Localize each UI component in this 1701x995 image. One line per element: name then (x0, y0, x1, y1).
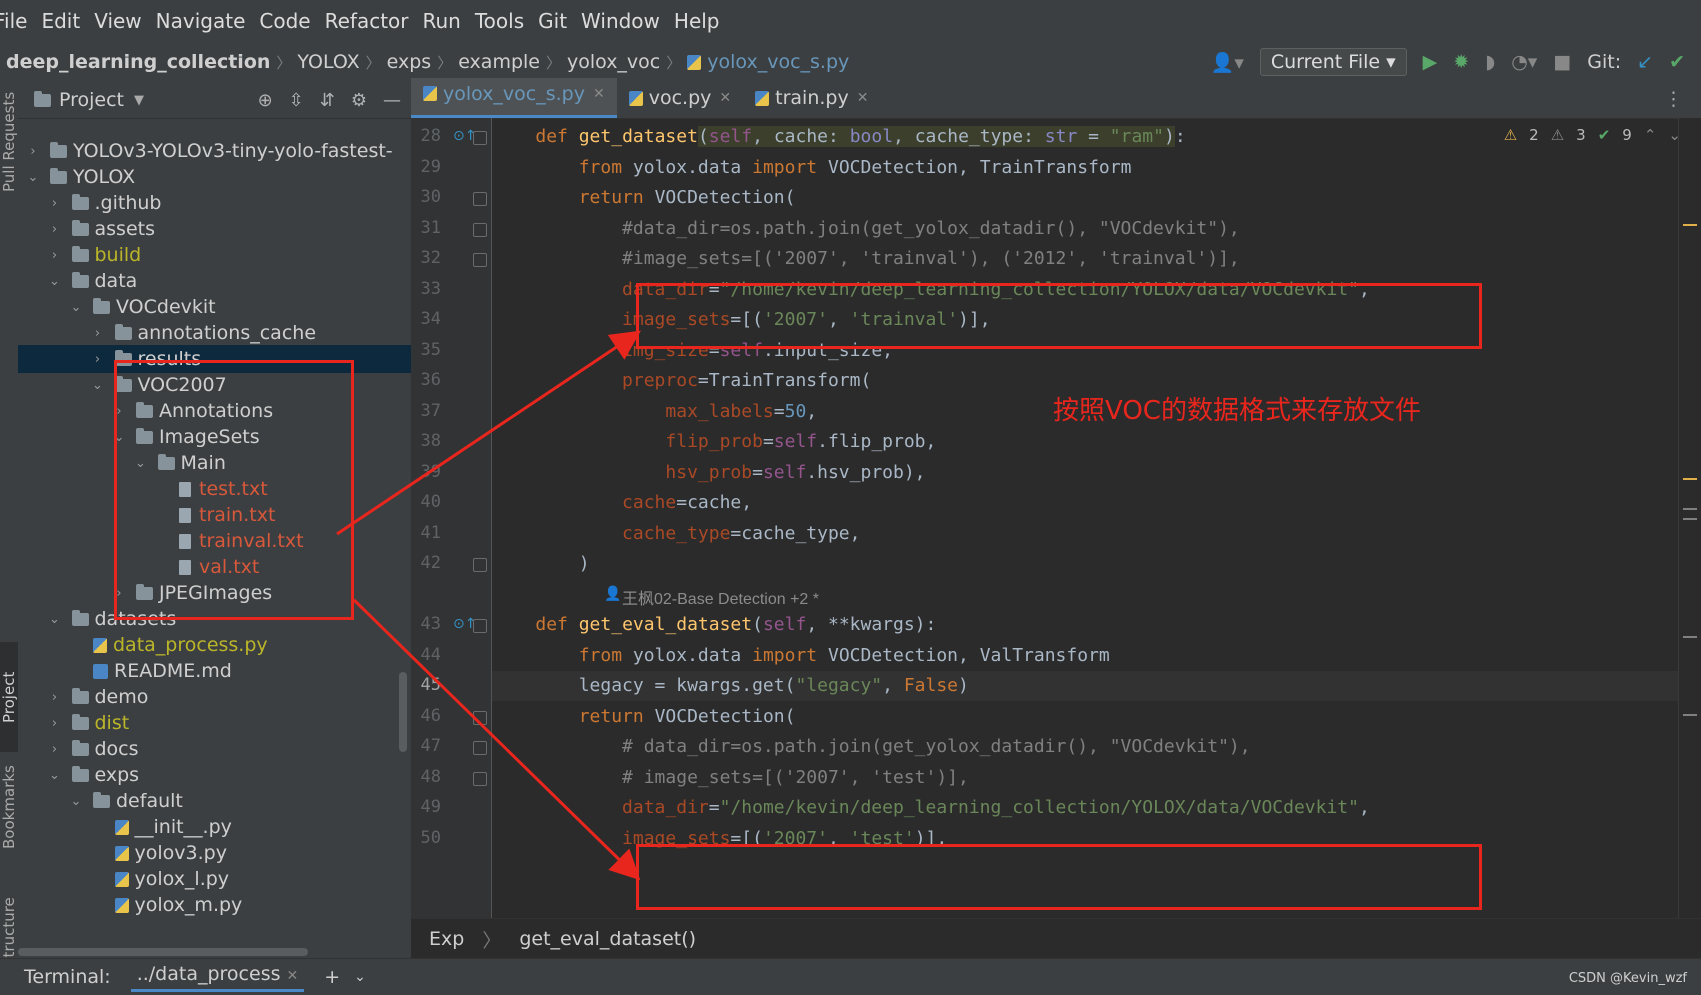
arrow-to-train-data (336, 330, 641, 536)
annotation-arrows (336, 330, 641, 881)
arrow-to-eval-data (352, 598, 641, 881)
